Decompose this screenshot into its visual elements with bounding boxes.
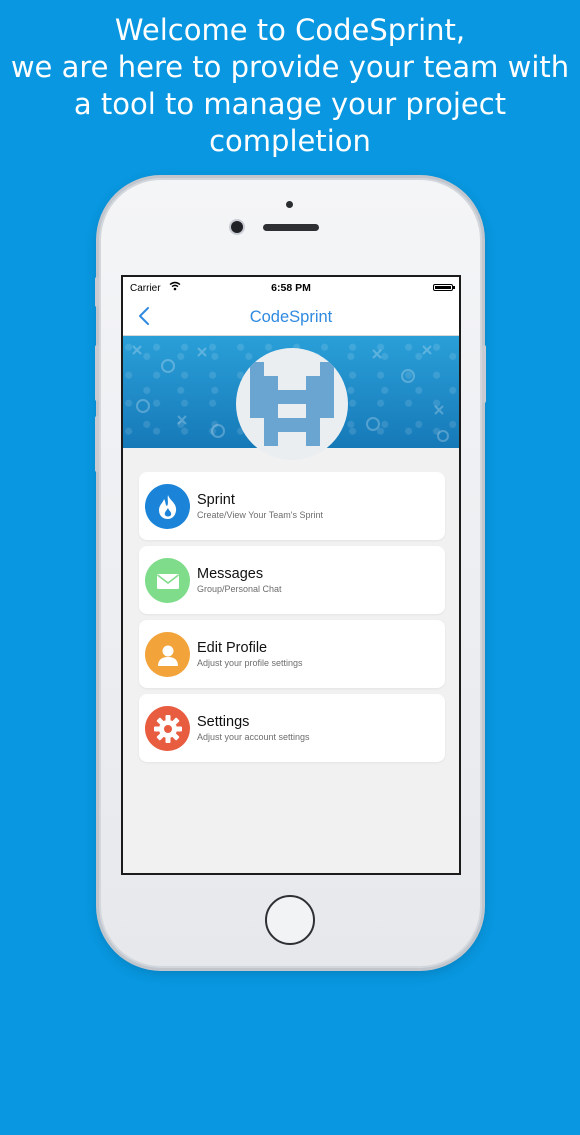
user-icon	[145, 632, 190, 677]
avatar[interactable]	[236, 348, 348, 460]
earpiece-speaker	[263, 224, 319, 231]
menu-item-subtitle: Group/Personal Chat	[197, 584, 282, 594]
identicon-avatar	[250, 362, 334, 446]
volume-down-button	[95, 416, 99, 472]
volume-up-button	[95, 345, 99, 401]
promo-headline-line-3: a tool to manage your project	[73, 87, 507, 121]
menu-item-title: Messages	[197, 566, 264, 582]
profile-banner	[123, 336, 459, 460]
menu-item-settings[interactable]: Settings Adjust your account settings	[139, 694, 445, 762]
app-screen: Carrier 6:58 PM CodeSprint Sprint Create…	[121, 275, 461, 875]
menu-item-messages[interactable]: Messages Group/Personal Chat	[139, 546, 445, 614]
proximity-sensor	[286, 201, 293, 208]
power-button	[482, 345, 486, 403]
menu-item-sprint[interactable]: Sprint Create/View Your Team's Sprint	[139, 472, 445, 540]
menu-item-subtitle: Create/View Your Team's Sprint	[197, 510, 323, 520]
fire-icon	[145, 484, 190, 529]
status-bar: Carrier 6:58 PM	[123, 277, 459, 297]
status-time: 6:58 PM	[271, 282, 311, 294]
front-camera	[231, 221, 243, 233]
menu-item-subtitle: Adjust your profile settings	[197, 658, 303, 668]
home-button[interactable]	[265, 895, 315, 945]
menu-item-subtitle: Adjust your account settings	[197, 732, 310, 742]
envelope-icon	[145, 558, 190, 603]
menu-item-title: Edit Profile	[197, 640, 268, 656]
promo-headline-line-2: we are here to provide your team with	[10, 50, 570, 84]
menu-item-edit-profile[interactable]: Edit Profile Adjust your profile setting…	[139, 620, 445, 688]
battery-icon	[433, 284, 455, 291]
menu-item-title: Settings	[197, 714, 250, 730]
mute-switch	[95, 277, 99, 307]
promo-headline: Welcome to CodeSprint, we are here to pr…	[0, 12, 580, 160]
promo-headline-line-4: completion	[209, 124, 371, 158]
menu-item-title: Sprint	[197, 492, 235, 508]
navigation-bar: CodeSprint	[123, 297, 459, 336]
gear-icon	[145, 706, 190, 751]
promo-headline-line-1: Welcome to CodeSprint,	[114, 13, 466, 47]
nav-title: CodeSprint	[249, 308, 333, 326]
